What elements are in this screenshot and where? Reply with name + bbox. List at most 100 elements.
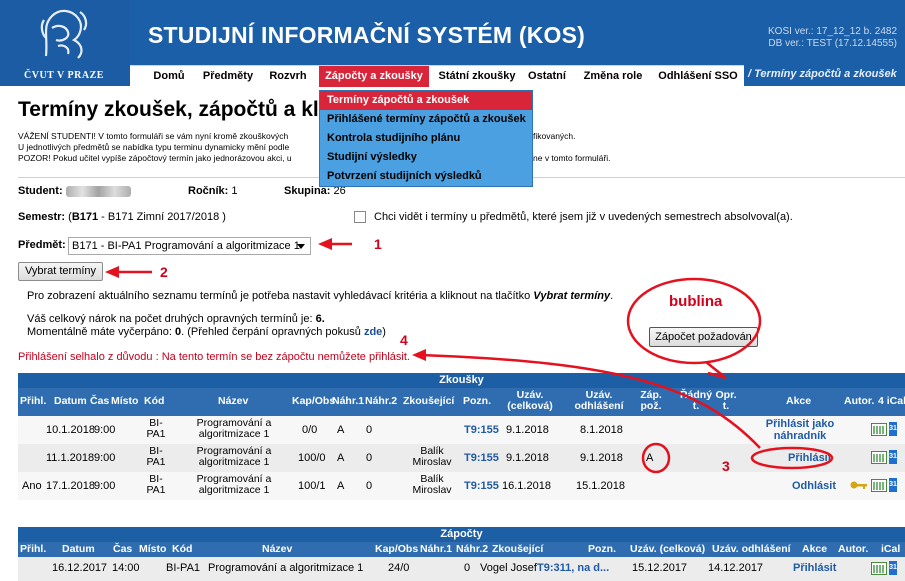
predmet-select[interactable]: B171 - BI-PA1 Programování a algoritmiza… — [68, 237, 311, 255]
menu-item-kontrola-planu[interactable]: Kontrola studijního plánu — [320, 129, 532, 148]
ical-icon[interactable]: 31 — [889, 478, 897, 492]
th-autor: Autor. — [844, 395, 875, 407]
naroky-text: Váš celkový nárok na počet druhých oprav… — [27, 313, 313, 325]
th-datum: Datum — [62, 543, 95, 555]
version-line-db: DB ver.: TEST (17.12.14555) — [768, 38, 897, 49]
cell-datum: 10.1.2018 — [46, 424, 95, 436]
prihlasit-nahradnik-link[interactable]: Přihlásit jako náhradník — [758, 418, 842, 442]
th-radny: Řádný t. — [679, 389, 713, 412]
nav-statni-zkousky[interactable]: Státní zkoušky — [435, 66, 519, 87]
cell-nazev: Programování a algoritmizace 1 — [196, 417, 272, 440]
cell-nazev: Programování a algoritmizace 1 — [196, 473, 272, 496]
nav-zmena-role[interactable]: Změna role — [578, 66, 648, 87]
chevron-down-icon — [297, 244, 305, 249]
predmet-label: Předmět: — [18, 239, 66, 251]
naroky-line: Váš celkový nárok na počet druhých oprav… — [27, 313, 325, 325]
bubble-outline — [626, 277, 762, 365]
calendar-icon[interactable] — [871, 423, 887, 436]
intro-text: VÁŽENÍ STUDENTI! V tomto formuláři se vá… — [18, 131, 318, 164]
nav-rozvrh[interactable]: Rozvrh — [266, 66, 310, 87]
vycerpano-text: Momentálně máte vyčerpáno: — [27, 326, 172, 338]
menu-item-potvrzeni-vysledku[interactable]: Potvrzení studijních výsledků — [320, 167, 532, 186]
cell-cas: 9:00 — [94, 424, 116, 436]
cvut-lion-icon — [40, 9, 88, 59]
th-pozn: Pozn. — [463, 395, 491, 407]
vycerpano-mid: . (Přehled čerpání opravných pokusů — [181, 326, 361, 338]
cvut-logo[interactable]: ČVUT V PRAZE — [0, 0, 130, 86]
key-icon — [850, 481, 867, 489]
intro-line: U jednotlivých předmětů se nabídka typu … — [18, 142, 290, 152]
th-ical: iCal — [881, 543, 901, 555]
absolved-checkbox[interactable] — [354, 211, 366, 223]
nav-odhlaseni-sso[interactable]: Odhlášení SSO — [656, 66, 740, 87]
th-uzav: Uzáv. (celková) — [630, 543, 706, 555]
annotation-number-1: 1 — [374, 236, 382, 252]
pozn-link[interactable]: T9:311, na d... — [537, 562, 609, 574]
annotation-number-2: 2 — [160, 264, 168, 280]
cell-odhl: 14.12.2017 — [708, 562, 764, 574]
nav-domu[interactable]: Domů — [148, 66, 190, 87]
ical-icon[interactable]: 31 — [889, 422, 897, 436]
th-nahr1: Náhr.1 — [420, 543, 453, 555]
th-misto: Místo — [139, 543, 167, 555]
info-line: Pro zobrazení aktuálního seznamu termínů… — [27, 290, 613, 302]
th-nazev: Název — [218, 395, 249, 407]
nav-zapocty-a-zkousky[interactable]: Zápočty a zkoušky — [319, 66, 429, 87]
pozn-link[interactable]: T9:155 — [464, 480, 499, 492]
breadcrumb: / Termíny zápočtů a zkoušek — [748, 68, 897, 80]
calendar-icon[interactable] — [871, 479, 887, 492]
cell-zap-poz: A — [646, 452, 654, 464]
odhlasit-link[interactable]: Odhlásit — [792, 480, 836, 492]
ical-icon[interactable]: 31 — [889, 450, 897, 464]
th-prihl: Přihl. — [20, 543, 47, 555]
cell-datum: 17.1.2018 — [46, 480, 95, 492]
th-opr: Opr. t. — [715, 389, 737, 412]
table-row: Ano 17.1.2018 9:00 BI-PA1 Programování a… — [18, 472, 905, 500]
version-line-kosi: KOSI ver.: 17_12_12 b. 2482 — [768, 26, 897, 37]
cell-datum: 16.12.2017 — [52, 562, 108, 574]
th-kod: Kód — [172, 543, 193, 555]
th-kap: Kap/Obs — [375, 543, 419, 555]
arrowhead-1 — [318, 238, 332, 250]
menu-item-prihlasene-terminy[interactable]: Přihlášené termíny zápočtů a zkoušek — [320, 110, 532, 129]
th-odhl: Uzáv. odhlášení — [712, 543, 791, 555]
arrowhead-4 — [412, 349, 426, 361]
zapocet-pozadovan-tooltip: Zápočet požadován — [649, 327, 758, 347]
prehled-zde-link[interactable]: zde — [364, 326, 382, 338]
th-uzav: Uzáv. (celková) — [507, 389, 553, 412]
table-row: 11.1.2018 9:00 BI-PA1 Programování a alg… — [18, 444, 905, 472]
semestr-code: B171 — [71, 211, 99, 223]
th-pozn: Pozn. — [588, 543, 616, 555]
predmet-selected-value: B171 - BI-PA1 Programování a algoritmiza… — [72, 240, 300, 252]
th-odhl: Uzáv. odhlášení — [574, 389, 624, 412]
error-message: Přihlášení selhalo z důvodu : Na tento t… — [18, 351, 410, 363]
ical-icon[interactable]: 31 — [889, 561, 897, 575]
info-bold: Vybrat termíny — [533, 290, 611, 302]
th-akce: Akce — [786, 395, 812, 407]
cell-prihl: Ano — [22, 480, 42, 492]
intro-line: ne v tomto formuláři. — [533, 153, 611, 163]
prihlasit-link[interactable]: Přihlásit — [788, 452, 831, 464]
cell-kap: 24/0 — [388, 562, 410, 574]
calendar-icon[interactable] — [871, 562, 887, 575]
pozn-link[interactable]: T9:155 — [464, 424, 499, 436]
cell-uzav: 9.1.2018 — [506, 452, 549, 464]
menu-item-terminy[interactable]: Termíny zápočtů a zkoušek — [320, 91, 532, 110]
cell-kod: BI-PA1 — [166, 562, 201, 574]
menu-item-studijni-vysledky[interactable]: Studijní výsledky — [320, 148, 532, 167]
cell-nazev: Programování a algoritmizace 1 — [196, 445, 272, 468]
prihlasit-link[interactable]: Přihlásit — [793, 562, 836, 574]
th-ical: 4 iCal — [878, 395, 905, 407]
intro-line: fikovaných. — [533, 131, 576, 141]
calendar-icon[interactable] — [871, 451, 887, 464]
vybrat-terminy-button[interactable]: Vybrat termíny — [18, 262, 103, 281]
pozn-link[interactable]: T9:155 — [464, 452, 499, 464]
th-kod: Kód — [144, 395, 165, 407]
logo-text: ČVUT V PRAZE — [24, 70, 104, 81]
info-end: . — [610, 290, 614, 302]
cell-nazev: Programování a algoritmizace 1 — [208, 562, 364, 574]
absolved-checkbox-label: Chci vidět i termíny u předmětů, které j… — [374, 211, 793, 223]
nav-ostatni[interactable]: Ostatní — [525, 66, 569, 87]
nav-predmety[interactable]: Předměty — [200, 66, 256, 87]
th-zkousejici: Zkoušející — [403, 395, 455, 407]
